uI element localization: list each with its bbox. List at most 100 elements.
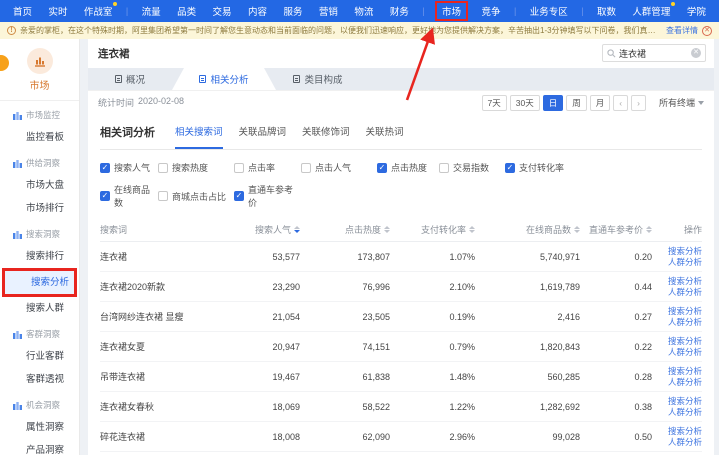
nav-item-品类[interactable]: 品类 — [174, 2, 199, 20]
nav-item-交易[interactable]: 交易 — [210, 2, 235, 20]
sidebar-item-行业客群[interactable]: 行业客群 — [0, 345, 79, 368]
column-header-支付转化率[interactable]: 支付转化率 — [390, 223, 475, 236]
sidebar-item-搜索分析[interactable]: 搜索分析 — [5, 271, 74, 294]
analysis-card: 相关词分析 相关搜索词关联品牌词关联修饰词关联热词 ✓搜索人气搜索热度点击率点击… — [88, 114, 714, 455]
action-link-搜索分析[interactable]: 搜索分析 — [668, 336, 702, 347]
subtab-关联修饰词[interactable]: 关联修饰词 — [302, 124, 350, 149]
filter-搜索热度[interactable]: 搜索热度 — [158, 161, 234, 174]
filter-label: 点击率 — [248, 161, 275, 174]
nav-item-学院[interactable]: 学院 — [684, 2, 709, 20]
column-header-搜索人气[interactable]: 搜索人气 — [220, 223, 300, 236]
terminal-select[interactable]: 所有终端 — [659, 96, 704, 109]
column-header-直通车参考价[interactable]: 直通车参考价 — [580, 223, 652, 236]
checkbox-点击人气[interactable] — [301, 163, 311, 173]
nav-item-内容[interactable]: 内容 — [245, 2, 270, 20]
action-link-搜索分析[interactable]: 搜索分析 — [668, 426, 702, 437]
page-tabs: 概况相关分析类目构成 — [88, 68, 714, 90]
nav-item-竞争[interactable]: 竞争 — [479, 2, 504, 20]
subtab-关联品牌词[interactable]: 关联品牌词 — [239, 124, 287, 149]
granularity-button-周[interactable]: 周 — [566, 95, 587, 111]
nav-item-服务[interactable]: 服务 — [280, 2, 305, 20]
nav-item-人群管理[interactable]: 人群管理 — [629, 2, 673, 20]
subtab-关联热词[interactable]: 关联热词 — [366, 124, 404, 149]
search-input[interactable] — [619, 48, 681, 58]
range-button-7天[interactable]: 7天 — [482, 95, 507, 111]
subtab-相关搜索词[interactable]: 相关搜索词 — [175, 124, 223, 149]
market-module-icon — [27, 48, 53, 74]
next-button[interactable]: › — [631, 95, 646, 111]
checkbox-搜索人气[interactable]: ✓ — [100, 163, 110, 173]
date-controls: 7天30天日周月‹› 所有终端 — [482, 95, 704, 111]
checkbox-搜索热度[interactable] — [158, 163, 168, 173]
nav-item-实时[interactable]: 实时 — [45, 2, 70, 20]
filter-在线商品数[interactable]: ✓在线商品数 — [100, 183, 158, 209]
action-link-搜索分析[interactable]: 搜索分析 — [668, 366, 702, 377]
nav-item-首页[interactable]: 首页 — [10, 2, 35, 20]
filter-搜索人气[interactable]: ✓搜索人气 — [100, 161, 158, 174]
action-link-搜索分析[interactable]: 搜索分析 — [668, 276, 702, 287]
nav-item-作战室[interactable]: 作战室 — [81, 2, 116, 20]
sidebar-item-产品洞察[interactable]: 产品洞察 — [0, 439, 79, 455]
sidebar-item-搜索人群[interactable]: 搜索人群 — [0, 297, 79, 320]
action-link-人群分析[interactable]: 人群分析 — [668, 317, 702, 328]
notice-close-icon[interactable]: ✕ — [702, 26, 712, 36]
sidebar-item-客群透视[interactable]: 客群透视 — [0, 368, 79, 391]
filter-支付转化率[interactable]: ✓支付转化率 — [505, 161, 595, 174]
sidebar-item-市场排行[interactable]: 市场排行 — [0, 197, 79, 220]
nav-item-流量[interactable]: 流量 — [139, 2, 164, 20]
column-header-点击热度[interactable]: 点击热度 — [300, 223, 390, 236]
keyword-searchbox[interactable]: ✕ — [602, 44, 706, 62]
sidebar-group: 市场监控监控看板 — [0, 103, 79, 149]
action-link-人群分析[interactable]: 人群分析 — [668, 347, 702, 358]
filter-label: 点击热度 — [391, 161, 427, 174]
sidebar-item-市场大盘[interactable]: 市场大盘 — [0, 174, 79, 197]
clear-search-icon[interactable]: ✕ — [691, 48, 701, 58]
action-link-搜索分析[interactable]: 搜索分析 — [668, 396, 702, 407]
nav-item-业务专区[interactable]: 业务专区 — [527, 2, 571, 20]
value-cell: 99,028 — [475, 432, 580, 442]
filter-点击率[interactable]: 点击率 — [234, 161, 301, 174]
main-area: 连衣裙 ✕ 概况相关分析类目构成 统计时间 2020-02-08 7 — [80, 39, 719, 455]
checkbox-点击热度[interactable]: ✓ — [377, 163, 387, 173]
nav-item-财务[interactable]: 财务 — [387, 2, 412, 20]
checkbox-商城点击占比[interactable] — [158, 191, 168, 201]
stat-time-label: 统计时间 — [98, 96, 134, 109]
action-link-搜索分析[interactable]: 搜索分析 — [668, 306, 702, 317]
tab-概况[interactable]: 概况 — [88, 68, 172, 90]
action-link-人群分析[interactable]: 人群分析 — [668, 377, 702, 388]
nav-item-物流[interactable]: 物流 — [351, 2, 376, 20]
filter-直通车参考价[interactable]: ✓直通车参考价 — [234, 183, 301, 209]
filter-点击热度[interactable]: ✓ 点击热度 — [377, 161, 439, 174]
value-cell: 1,282,692 — [475, 402, 580, 412]
action-link-人群分析[interactable]: 人群分析 — [668, 437, 702, 448]
nav-divider: | — [422, 6, 424, 16]
action-link-人群分析[interactable]: 人群分析 — [668, 287, 702, 298]
sidebar-item-搜索排行[interactable]: 搜索排行 — [0, 245, 79, 268]
checkbox-在线商品数[interactable]: ✓ — [100, 191, 110, 201]
range-button-30天[interactable]: 30天 — [510, 95, 540, 111]
table-row: 连衣裙2020新款23,29076,9962.10%1,619,7890.44搜… — [100, 272, 702, 302]
filter-交易指数[interactable]: 交易指数 — [439, 161, 505, 174]
notice-detail-link[interactable]: 查看详情 — [666, 25, 698, 36]
checkbox-点击率[interactable] — [234, 163, 244, 173]
granularity-button-日[interactable]: 日 — [543, 95, 564, 111]
sidebar-item-属性洞察[interactable]: 属性洞察 — [0, 416, 79, 439]
action-link-人群分析[interactable]: 人群分析 — [668, 257, 702, 268]
prev-button[interactable]: ‹ — [613, 95, 628, 111]
action-link-搜索分析[interactable]: 搜索分析 — [668, 246, 702, 257]
nav-item-营销[interactable]: 营销 — [316, 2, 341, 20]
action-link-人群分析[interactable]: 人群分析 — [668, 407, 702, 418]
granularity-button-月[interactable]: 月 — [590, 95, 611, 111]
tab-相关分析[interactable]: 相关分析 — [172, 68, 276, 90]
filter-点击人气[interactable]: 点击人气 — [301, 161, 377, 174]
checkbox-交易指数[interactable] — [439, 163, 449, 173]
nav-item-取数[interactable]: 取数 — [594, 2, 619, 20]
tab-类目构成[interactable]: 类目构成 — [276, 68, 360, 90]
nav-item-市场[interactable]: 市场 — [435, 1, 468, 21]
checkbox-直通车参考价[interactable]: ✓ — [234, 191, 244, 201]
sidebar-item-监控看板[interactable]: 监控看板 — [0, 126, 79, 149]
column-header-在线商品数[interactable]: 在线商品数 — [475, 223, 580, 236]
value-cell: 23,505 — [300, 312, 390, 322]
checkbox-支付转化率[interactable]: ✓ — [505, 163, 515, 173]
filter-商城点击占比[interactable]: 商城点击占比 — [158, 183, 234, 209]
